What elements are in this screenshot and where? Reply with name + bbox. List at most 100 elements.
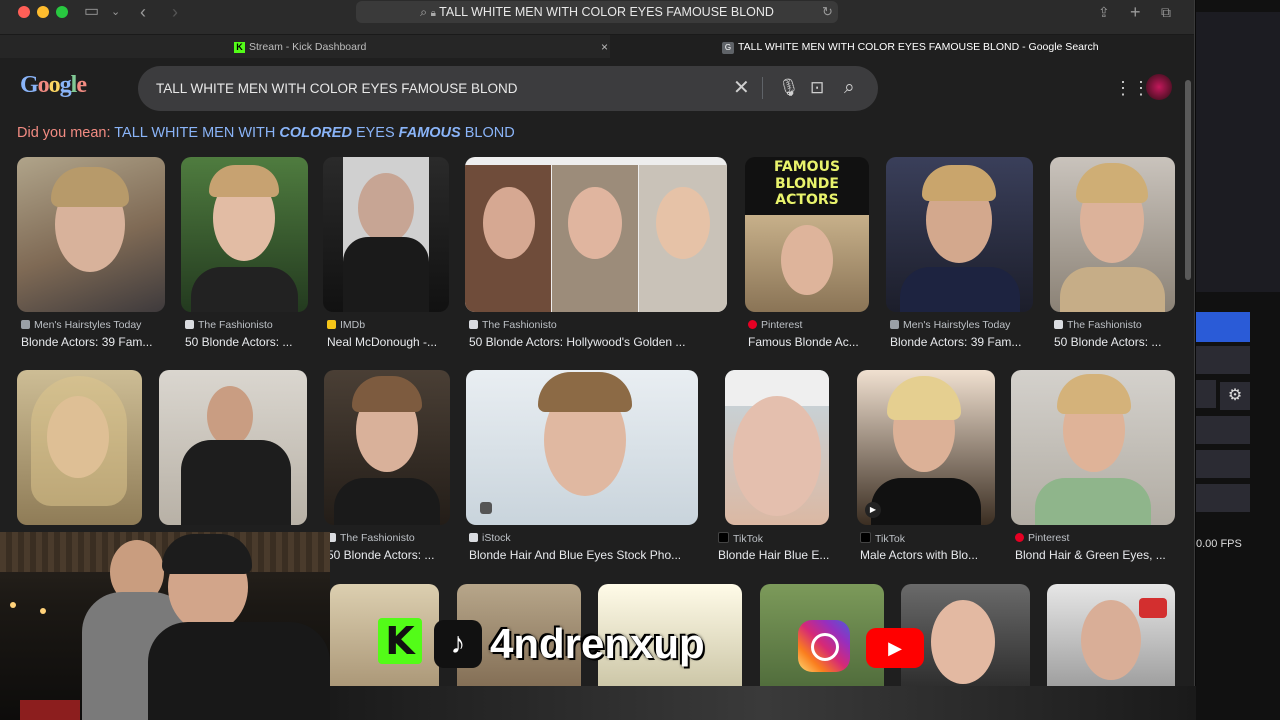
result-title[interactable]: Blonde Hair Blue E...: [718, 548, 838, 562]
result-title[interactable]: 50 Blonde Actors: ...: [1054, 335, 1176, 349]
result-source[interactable]: Pinterest: [748, 319, 802, 331]
apps-grid-icon[interactable]: ⋮⋮: [1114, 78, 1150, 99]
tab-overview-icon[interactable]: ⧉: [1161, 2, 1171, 22]
result-source[interactable]: The Fashionisto: [1054, 319, 1142, 331]
google-favicon-icon: G: [722, 42, 734, 54]
result-title[interactable]: 50 Blonde Actors: ...: [327, 548, 451, 562]
youtube-logo-icon: ▶: [866, 628, 924, 668]
image-caption: FAMOUS BLONDE ACTORS: [773, 159, 841, 208]
forward-icon[interactable]: ›: [172, 2, 178, 22]
did-you-mean-link[interactable]: TALL WHITE MEN WITH COLORED EYES FAMOUS …: [114, 125, 514, 141]
zoom-window-button[interactable]: [56, 6, 68, 18]
sidebar-toggle-icon[interactable]: ▭: [84, 2, 99, 22]
share-icon[interactable]: ⇪: [1098, 2, 1110, 22]
obs-active-item[interactable]: [1196, 312, 1250, 342]
tiktok-logo-icon: ♪: [434, 620, 482, 668]
tab-label: Stream - Kick Dashboard: [249, 41, 367, 53]
tab-bar: K Stream - Kick Dashboard × G TALL WHITE M…: [0, 34, 1194, 59]
result-source[interactable]: The Fashionisto: [327, 532, 415, 544]
search-box[interactable]: TALL WHITE MEN WITH COLOR EYES FAMOUSE B…: [138, 66, 878, 111]
source-label: The Fashionisto: [482, 319, 557, 331]
close-tab-icon[interactable]: ×: [601, 35, 608, 59]
obs-list-item[interactable]: [1196, 416, 1250, 444]
page-scrollbar[interactable]: [1185, 80, 1191, 280]
result-title[interactable]: Blonde Actors: 39 Fam...: [21, 335, 167, 349]
result-title[interactable]: 50 Blonde Actors: ...: [185, 335, 310, 349]
photo-badge-icon: [480, 502, 492, 514]
result-image[interactable]: [324, 370, 450, 525]
dym-part: BLOND: [460, 125, 515, 141]
result-source[interactable]: IMDb: [327, 319, 365, 331]
result-image[interactable]: [1050, 157, 1175, 312]
avatar[interactable]: [1146, 74, 1172, 100]
result-title[interactable]: Blond Hair & Green Eyes, ...: [1015, 548, 1175, 562]
did-you-mean: Did you mean: TALL WHITE MEN WITH COLORE…: [17, 125, 515, 141]
result-title[interactable]: Male Actors with Blo...: [860, 548, 994, 562]
lock-icon: 🔒︎: [430, 8, 436, 19]
source-label: The Fashionisto: [1067, 319, 1142, 331]
obs-list-item[interactable]: [1196, 346, 1250, 374]
result-image[interactable]: [465, 157, 727, 312]
result-image[interactable]: [17, 157, 165, 312]
search-icon: ⌕: [420, 5, 428, 19]
fps-readout: 0.00 FPS: [1196, 538, 1242, 550]
result-image[interactable]: [886, 157, 1033, 312]
result-image[interactable]: FAMOUS BLONDE ACTORS: [745, 157, 869, 312]
tab-label: TALL WHITE MEN WITH COLOR EYES FAMOUSE B…: [738, 41, 1099, 53]
result-image[interactable]: [1011, 370, 1175, 525]
result-image[interactable]: [181, 157, 308, 312]
tab-google-search[interactable]: G TALL WHITE MEN WITH COLOR EYES FAMOUSE …: [610, 35, 1194, 59]
result-image[interactable]: [159, 370, 307, 525]
obs-list-item[interactable]: [1196, 450, 1250, 478]
minimize-window-button[interactable]: [37, 6, 49, 18]
gear-icon[interactable]: ⚙: [1220, 382, 1250, 410]
result-source[interactable]: Men's Hairstyles Today: [890, 319, 1010, 331]
clear-icon[interactable]: ✕: [733, 78, 750, 98]
source-label: IMDb: [340, 319, 366, 331]
camera-lens-icon[interactable]: ⊡: [810, 78, 824, 98]
stream-handle: 4ndrenxup: [490, 620, 705, 667]
result-image[interactable]: [466, 370, 698, 525]
result-title[interactable]: Famous Blonde Ac...: [748, 335, 872, 349]
result-source[interactable]: Pinterest: [1015, 532, 1069, 544]
address-bar[interactable]: ⌕ 🔒︎ TALL WHITE MEN WITH COLOR EYES FAMO…: [356, 1, 838, 23]
result-title[interactable]: 50 Blonde Actors: Hollywood's Golden ...: [469, 335, 729, 349]
result-source[interactable]: iStock: [469, 532, 511, 544]
result-image[interactable]: [17, 370, 142, 525]
search-input[interactable]: TALL WHITE MEN WITH COLOR EYES FAMOUSE B…: [156, 66, 518, 111]
dym-correction: COLORED: [279, 125, 352, 141]
dym-correction: FAMOUS: [398, 125, 461, 141]
result-title[interactable]: Blonde Actors: 39 Fam...: [890, 335, 1035, 349]
tab-kick-dashboard[interactable]: K Stream - Kick Dashboard: [234, 35, 366, 59]
result-source[interactable]: Men's Hairstyles Today: [21, 319, 141, 331]
result-source[interactable]: TikTok: [718, 532, 763, 545]
result-source[interactable]: TikTok: [860, 532, 905, 545]
back-icon[interactable]: ‹: [140, 2, 146, 22]
obs-list-item[interactable]: [1196, 484, 1250, 512]
result-image[interactable]: [323, 157, 449, 312]
search-icon[interactable]: ⌕: [844, 78, 855, 98]
chevron-down-icon[interactable]: ⌄: [111, 2, 120, 22]
result-image[interactable]: [1047, 584, 1175, 686]
close-window-button[interactable]: [18, 6, 30, 18]
obs-list-item[interactable]: [1196, 380, 1216, 408]
source-label: TikTok: [875, 533, 905, 545]
google-doodle-logo[interactable]: Google: [20, 72, 87, 99]
reload-icon[interactable]: ↻: [822, 2, 833, 22]
browser-toolbar: ▭ ⌄ ‹ › ≡ ⌕ 🔒︎ TALL WHITE MEN WITH COLOR…: [0, 0, 1194, 34]
divider: [762, 77, 763, 99]
result-image[interactable]: [725, 370, 829, 525]
result-source[interactable]: The Fashionisto: [185, 319, 273, 331]
result-image[interactable]: ▶: [857, 370, 995, 525]
brand-logo-icon: [1139, 598, 1167, 618]
obs-panel: ⚙ 0.00 FPS: [1196, 0, 1280, 720]
did-you-mean-prefix: Did you mean:: [17, 125, 111, 141]
source-label: The Fashionisto: [198, 319, 273, 331]
result-title[interactable]: Blonde Hair And Blue Eyes Stock Pho...: [469, 548, 699, 562]
source-label: Pinterest: [761, 319, 803, 331]
result-title[interactable]: Neal McDonough -...: [327, 335, 451, 349]
microphone-icon[interactable]: 🎙︎: [778, 78, 800, 98]
new-tab-icon[interactable]: +: [1130, 2, 1141, 22]
result-source[interactable]: The Fashionisto: [469, 319, 557, 331]
source-label: Men's Hairstyles Today: [34, 319, 142, 331]
